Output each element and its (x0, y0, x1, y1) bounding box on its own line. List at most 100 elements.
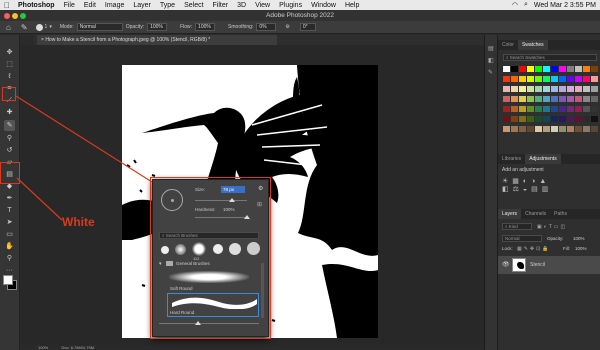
swatch[interactable] (535, 76, 542, 82)
swatch[interactable] (535, 86, 542, 92)
swatch[interactable] (567, 126, 574, 132)
swatch[interactable] (559, 86, 566, 92)
swatch[interactable] (519, 86, 526, 92)
tab-libraries[interactable]: Libraries (498, 154, 525, 164)
swatch[interactable] (575, 96, 582, 102)
swatch[interactable] (535, 126, 542, 132)
swatch[interactable] (551, 86, 558, 92)
tab-paths[interactable]: Paths (550, 209, 571, 219)
swatch[interactable] (519, 116, 526, 122)
swatch[interactable] (551, 116, 558, 122)
swatch[interactable] (519, 66, 526, 72)
swatch[interactable] (567, 116, 574, 122)
swatch[interactable] (591, 86, 598, 92)
swatch[interactable] (527, 66, 534, 72)
tab-channels[interactable]: Channels (521, 209, 550, 219)
swatch[interactable] (511, 106, 518, 112)
tab-adjustments[interactable]: Adjustments (525, 154, 561, 164)
tab-color[interactable]: Color (498, 40, 518, 50)
swatch[interactable] (583, 66, 590, 72)
swatch[interactable] (583, 106, 590, 112)
swatch[interactable] (535, 66, 542, 72)
swatch[interactable] (519, 96, 526, 102)
swatch[interactable] (559, 66, 566, 72)
swatch[interactable] (535, 96, 542, 102)
swatch[interactable] (511, 96, 518, 102)
swatch-search-input[interactable]: ⌕ Search Swatches (503, 54, 597, 61)
swatch[interactable] (543, 116, 550, 122)
swatch[interactable] (503, 96, 510, 102)
swatch[interactable] (583, 96, 590, 102)
swatch[interactable] (559, 96, 566, 102)
layer-name[interactable]: Stencil (530, 262, 545, 268)
swatch[interactable] (591, 106, 598, 112)
brushes-panel-icon[interactable]: ✎ (488, 69, 493, 76)
layer-kind-filter[interactable]: ⌕ Kind (502, 223, 532, 230)
swatch[interactable] (543, 96, 550, 102)
swatch[interactable] (527, 86, 534, 92)
swatch[interactable] (503, 106, 510, 112)
swatch[interactable] (519, 126, 526, 132)
swatch[interactable] (575, 126, 582, 132)
eye-icon[interactable]: 👁 (502, 261, 510, 268)
swatch[interactable] (503, 76, 510, 82)
swatch[interactable] (575, 76, 582, 82)
swatch[interactable] (551, 76, 558, 82)
layer-opacity-value[interactable]: 100% (573, 236, 585, 241)
swatch[interactable] (519, 106, 526, 112)
blend-mode-select[interactable]: Normal (502, 235, 542, 242)
swatch[interactable] (503, 86, 510, 92)
swatch[interactable] (567, 86, 574, 92)
swatch[interactable] (543, 126, 550, 132)
swatch[interactable] (583, 86, 590, 92)
swatch[interactable] (591, 96, 598, 102)
swatch[interactable] (543, 76, 550, 82)
adjustment-icons[interactable]: ☀▦◐◑▲ ◧⚖◒▤▥ (502, 177, 592, 193)
swatch[interactable] (575, 86, 582, 92)
swatch[interactable] (527, 106, 534, 112)
swatch[interactable] (583, 126, 590, 132)
layer-filter-icons[interactable]: ▣◐T▭◫ (537, 224, 567, 230)
swatch[interactable] (511, 86, 518, 92)
swatch[interactable] (551, 96, 558, 102)
swatch[interactable] (511, 126, 518, 132)
swatch[interactable] (567, 96, 574, 102)
swatch[interactable] (567, 66, 574, 72)
swatch[interactable] (591, 116, 598, 122)
swatch[interactable] (567, 76, 574, 82)
swatch[interactable] (543, 86, 550, 92)
swatch[interactable] (551, 66, 558, 72)
swatch[interactable] (583, 76, 590, 82)
swatch[interactable] (591, 126, 598, 132)
swatch[interactable] (583, 116, 590, 122)
swatch[interactable] (575, 116, 582, 122)
swatch[interactable] (559, 76, 566, 82)
swatch[interactable] (527, 126, 534, 132)
swatch[interactable] (575, 66, 582, 72)
swatch[interactable] (591, 66, 598, 72)
swatch[interactable] (503, 116, 510, 122)
swatch[interactable] (567, 106, 574, 112)
tab-layers[interactable]: Layers (498, 209, 522, 219)
swatch[interactable] (559, 106, 566, 112)
swatch[interactable] (535, 106, 542, 112)
swatch[interactable] (543, 66, 550, 72)
swatch[interactable] (519, 76, 526, 82)
swatch[interactable] (575, 106, 582, 112)
swatch[interactable] (527, 96, 534, 102)
layer-row-stencil[interactable]: 👁 Stencil (498, 256, 600, 274)
swatch[interactable] (551, 126, 558, 132)
swatch[interactable] (543, 106, 550, 112)
swatch[interactable] (527, 76, 534, 82)
swatch[interactable] (527, 116, 534, 122)
swatch[interactable] (503, 66, 510, 72)
history-panel-icon[interactable]: ▤ (488, 45, 494, 52)
swatch[interactable] (535, 116, 542, 122)
properties-panel-icon[interactable]: ◧ (488, 57, 494, 64)
swatch[interactable] (511, 116, 518, 122)
swatch[interactable] (559, 116, 566, 122)
swatch[interactable] (551, 106, 558, 112)
swatch[interactable] (559, 126, 566, 132)
swatch[interactable] (511, 66, 518, 72)
swatch[interactable] (503, 126, 510, 132)
